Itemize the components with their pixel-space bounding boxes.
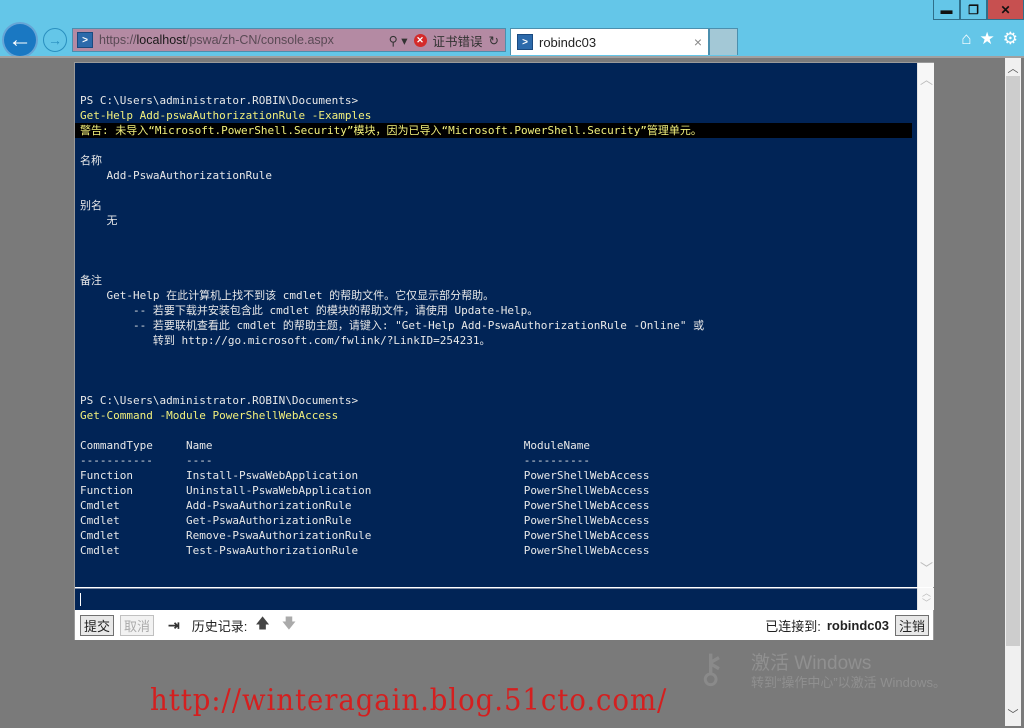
refresh-icon[interactable]: ↻ bbox=[489, 33, 499, 48]
activate-title: 激活 Windows bbox=[751, 653, 872, 674]
cancel-button[interactable]: 取消 bbox=[120, 614, 155, 636]
settings-gear-icon[interactable]: ⚙ bbox=[1003, 29, 1018, 49]
connected-label: 已连接到: bbox=[765, 618, 821, 634]
console-toolbar: 提交 取消 ⇥ 历史记录: 🡅 🡇 已连接到: robindc03 注销 bbox=[75, 610, 933, 640]
restore-button[interactable]: ❐ bbox=[960, 0, 987, 20]
blog-url-watermark: http://winteragain.blog.51cto.com/ bbox=[150, 683, 668, 718]
back-button[interactable]: ← bbox=[2, 22, 38, 58]
text-caret bbox=[80, 593, 81, 606]
window-controls: ▬ ❐ ✕ bbox=[933, 0, 1024, 20]
console-output-line: 转到 http://go.microsoft.com/fwlink/?LinkI… bbox=[80, 334, 491, 347]
console-output-line: Function Install-PswaWebApplication Powe… bbox=[80, 469, 650, 482]
output-scrollbar[interactable]: ︿ ﹀ bbox=[917, 63, 934, 587]
console-output: PS C:\Users\administrator.ROBIN\Document… bbox=[75, 63, 917, 587]
console-lines: PS C:\Users\administrator.ROBIN\Document… bbox=[75, 93, 912, 587]
scrollbar-thumb[interactable] bbox=[1006, 76, 1020, 646]
console-output-line: CommandType Name ModuleName bbox=[80, 439, 590, 452]
address-bar[interactable]: > https://localhost/pswa/zh-CN/console.a… bbox=[72, 28, 506, 52]
tab-complete-icon[interactable]: ⇥ bbox=[168, 617, 180, 634]
key-icon: ⚷ bbox=[696, 647, 726, 691]
console-output-line: Cmdlet Add-PswaAuthorizationRule PowerSh… bbox=[80, 499, 650, 512]
arrow-left-icon: ← bbox=[8, 26, 32, 53]
favorites-star-icon[interactable]: ★ bbox=[980, 29, 995, 49]
console-output-line: 备注 bbox=[80, 274, 102, 287]
cert-error-icon: ✕ bbox=[413, 33, 427, 47]
close-tab-icon[interactable]: × bbox=[688, 34, 708, 50]
toolbar-icons: ⌂ ★ ⚙ bbox=[961, 29, 1018, 49]
url-host: localhost bbox=[136, 33, 186, 47]
activate-subtitle: 转到“操作中心”以激活 Windows。 bbox=[751, 675, 947, 690]
new-tab-button[interactable] bbox=[709, 28, 738, 55]
connected-host: robindc03 bbox=[826, 617, 889, 633]
console-output-line: 别名 bbox=[80, 199, 102, 212]
browser-tab[interactable]: > robindc03 × bbox=[510, 28, 709, 55]
arrow-right-icon: → bbox=[48, 32, 62, 48]
tab-title: robindc03 bbox=[539, 34, 597, 50]
console-output-line: -- 若要下载并安装包含此 cmdlet 的模块的帮助文件，请使用 Update… bbox=[80, 304, 539, 317]
console-output-line: Cmdlet Get-PswaAuthorizationRule PowerSh… bbox=[80, 514, 650, 527]
console-output-line: PS C:\Users\administrator.ROBIN\Document… bbox=[80, 94, 359, 107]
console-warning-line: 警告: 未导入“Microsoft.PowerShell.Security”模块… bbox=[75, 123, 912, 138]
powershell-console: PS C:\Users\administrator.ROBIN\Document… bbox=[74, 62, 934, 640]
console-output-line: 名称 bbox=[80, 154, 102, 167]
cert-error-label[interactable]: 证书错误 bbox=[433, 31, 483, 50]
history-up-icon[interactable]: 🡅 bbox=[255, 613, 269, 637]
command-input[interactable] bbox=[75, 588, 917, 610]
console-output-line: Get-Help 在此计算机上找不到该 cmdlet 的帮助文件。它仅显示部分帮… bbox=[80, 289, 495, 302]
console-output-line: Function Uninstall-PswaWebApplication Po… bbox=[80, 484, 650, 497]
scroll-up-icon[interactable]: ︿ bbox=[1005, 60, 1021, 76]
url-prefix: https:// bbox=[99, 33, 137, 47]
submit-button[interactable]: 提交 bbox=[80, 614, 115, 636]
url-path: /pswa/zh-CN/console.aspx bbox=[185, 33, 334, 47]
history-down-icon[interactable]: 🡇 bbox=[282, 613, 296, 637]
close-window-button[interactable]: ✕ bbox=[987, 0, 1024, 20]
home-icon[interactable]: ⌂ bbox=[961, 29, 971, 49]
console-output-line: 无 bbox=[80, 214, 118, 227]
console-output-line: Cmdlet Remove-PswaAuthorizationRule Powe… bbox=[80, 529, 650, 542]
console-output-line: -- 若要联机查看此 cmdlet 的帮助主题，请键入: "Get-Help A… bbox=[80, 319, 705, 332]
scroll-down-icon[interactable]: ﹀ bbox=[1005, 706, 1021, 722]
minimize-button[interactable]: ▬ bbox=[933, 0, 960, 20]
powershell-icon: > bbox=[77, 32, 93, 48]
powershell-icon: > bbox=[517, 34, 533, 50]
logout-button[interactable]: 注销 bbox=[894, 614, 929, 636]
scroll-up-icon[interactable]: ︿ bbox=[918, 69, 935, 88]
console-output-line: Add-PswaAuthorizationRule bbox=[80, 169, 273, 182]
console-output-line: Cmdlet Test-PswaAuthorizationRule PowerS… bbox=[80, 544, 650, 557]
input-scrollbar[interactable]: ︿ ﹀ bbox=[917, 588, 934, 610]
console-command-line: Get-Help Add-pswaAuthorizationRule -Exam… bbox=[80, 109, 372, 122]
scroll-down-icon[interactable]: ﹀ bbox=[918, 558, 935, 577]
history-label: 历史记录: bbox=[191, 618, 248, 634]
url-text[interactable]: https://localhost/pswa/zh-CN/console.asp… bbox=[99, 33, 389, 47]
forward-button[interactable]: → bbox=[43, 28, 67, 52]
console-output-line: ----------- ---- ---------- bbox=[80, 454, 590, 467]
search-icon[interactable]: ⚲ ▾ bbox=[389, 33, 408, 48]
browser-chrome: ▬ ❐ ✕ ← → > https://localhost/pswa/zh-CN… bbox=[0, 0, 1024, 58]
page-scrollbar[interactable]: ︿ ﹀ bbox=[1005, 58, 1021, 726]
scroll-down-icon[interactable]: ﹀ bbox=[918, 596, 935, 609]
console-output-line: PS C:\Users\administrator.ROBIN\Document… bbox=[80, 394, 359, 407]
console-command-line: Get-Command -Module PowerShellWebAccess bbox=[80, 409, 339, 422]
